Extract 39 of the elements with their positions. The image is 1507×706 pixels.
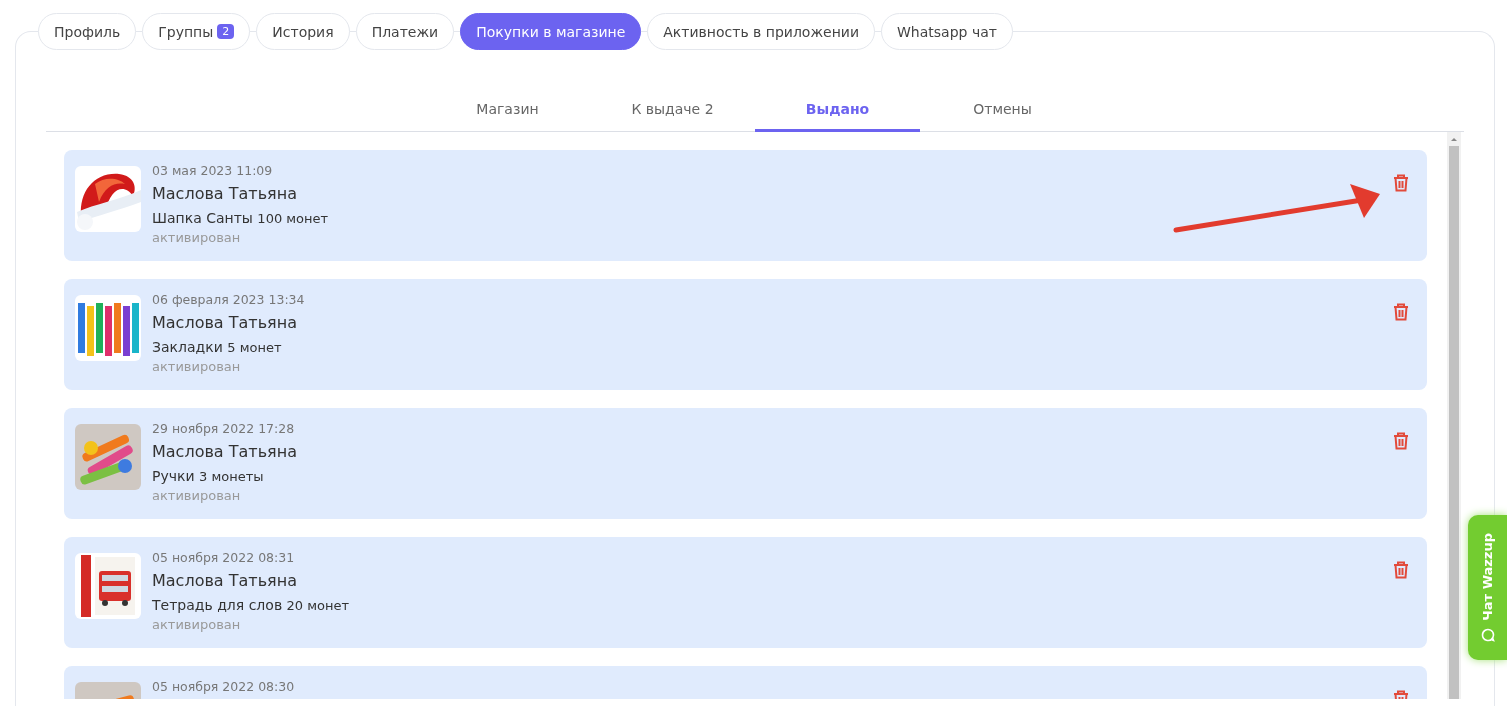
purchase-date: 06 февраля 2023 13:34 bbox=[152, 292, 306, 308]
item-price: 3 монеты bbox=[199, 469, 264, 484]
trash-icon[interactable] bbox=[1393, 561, 1409, 579]
profile-tab[interactable]: Профиль bbox=[38, 13, 137, 50]
scrollbar[interactable] bbox=[1447, 132, 1461, 699]
profile-tab[interactable]: Группы 2 bbox=[142, 13, 251, 50]
item-name: Тетрадь для слов bbox=[152, 597, 283, 613]
profile-tab[interactable]: Whatsapp чат bbox=[881, 13, 1013, 50]
shop-tab[interactable]: Выдано bbox=[755, 88, 920, 132]
purchase-date: 29 ноября 2022 17:28 bbox=[152, 421, 296, 437]
customer-name: Маслова Татьяна bbox=[152, 441, 298, 463]
trash-icon[interactable] bbox=[1393, 174, 1409, 192]
purchase-date: 05 ноября 2022 08:30 bbox=[152, 679, 296, 695]
purchase-status: активирован bbox=[152, 616, 242, 634]
purchase-status: активирован bbox=[152, 487, 242, 505]
shop-tab[interactable]: Магазин bbox=[425, 88, 590, 132]
profile-tab[interactable]: Покупки в магазине bbox=[460, 13, 642, 50]
customer-name: Маслова Татьяна bbox=[152, 183, 298, 205]
profile-tab[interactable]: История bbox=[256, 13, 350, 50]
purchase-date: 03 мая 2023 11:09 bbox=[152, 163, 274, 179]
item-name: Закладки bbox=[152, 339, 223, 355]
trash-icon[interactable] bbox=[1393, 303, 1409, 321]
item-name: Ручки bbox=[152, 468, 195, 484]
item-price: 5 монет bbox=[227, 340, 282, 355]
shop-tab[interactable]: Отмены bbox=[920, 88, 1085, 132]
chat-icon bbox=[1480, 628, 1495, 643]
purchase-status: активирован bbox=[152, 229, 242, 247]
trash-icon[interactable] bbox=[1393, 432, 1409, 450]
shop-tab[interactable]: К выдаче 2 bbox=[590, 88, 755, 132]
count-badge: 2 bbox=[217, 24, 235, 39]
customer-name: Маслова Татьяна bbox=[152, 570, 298, 592]
purchase-status: активирован bbox=[152, 358, 242, 376]
item-price: 100 монет bbox=[257, 211, 329, 226]
item-name: Шапка Санты bbox=[152, 210, 253, 226]
profile-tab[interactable]: Платежи bbox=[355, 13, 455, 50]
item-price: 20 монет bbox=[286, 598, 350, 613]
customer-name: Маслова Татьяна bbox=[152, 312, 298, 334]
purchase-date: 05 ноября 2022 08:31 bbox=[152, 550, 296, 566]
profile-tab[interactable]: Активность в приложении bbox=[647, 13, 875, 50]
